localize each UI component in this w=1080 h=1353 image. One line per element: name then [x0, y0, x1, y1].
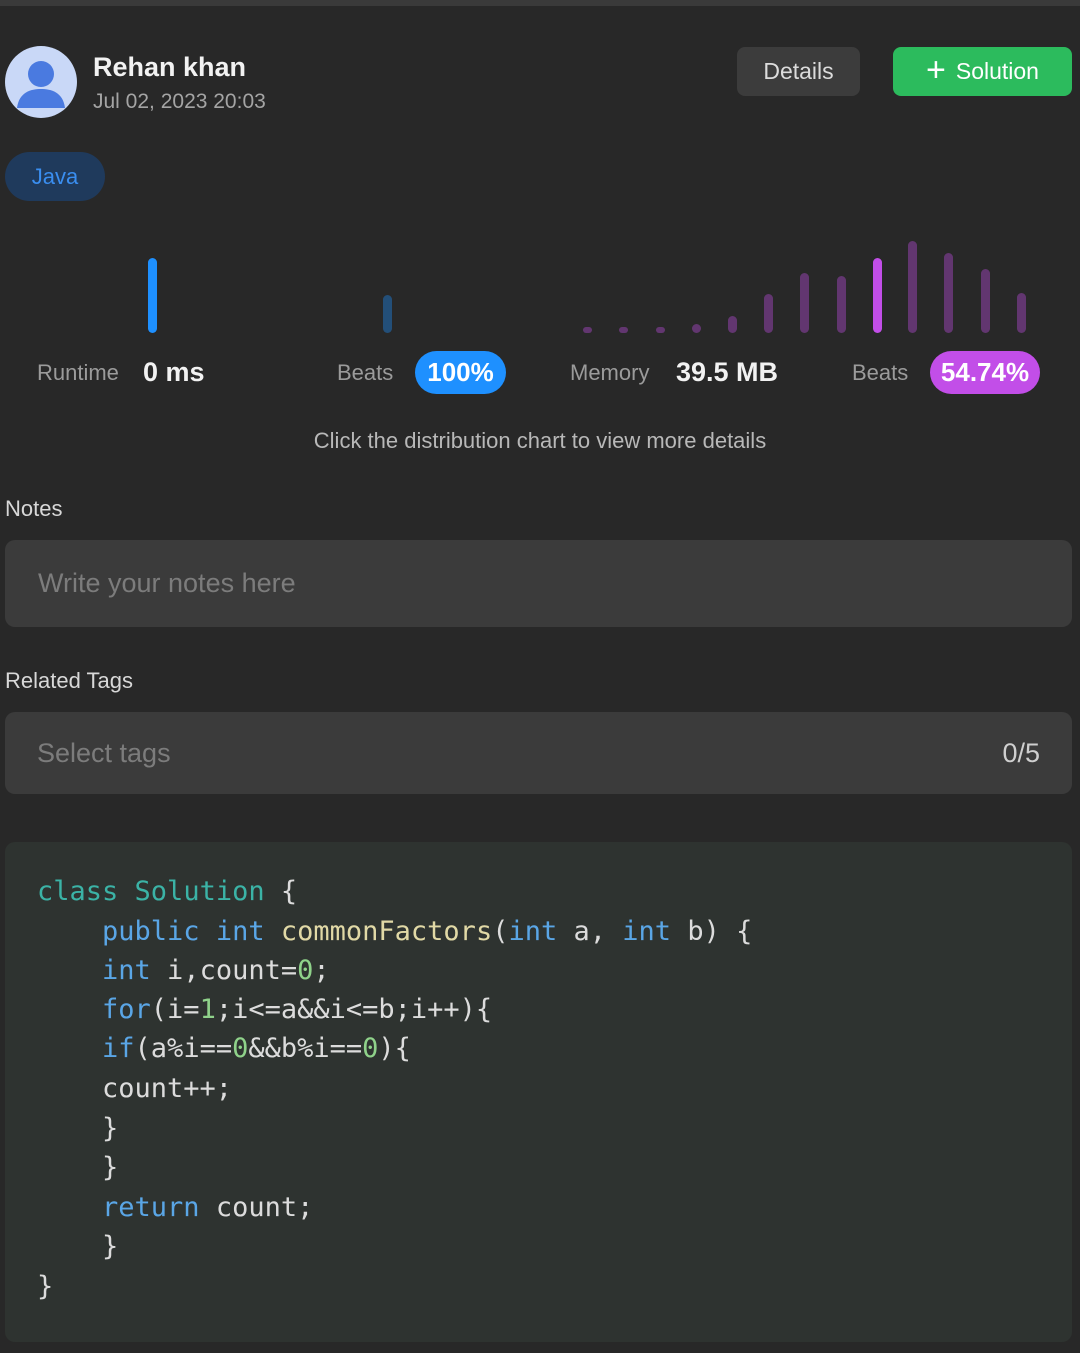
- code-token: if: [37, 1033, 135, 1064]
- code-token: {: [264, 876, 298, 907]
- code-line: count++;: [37, 1073, 232, 1104]
- memory-value: 39.5 MB: [676, 357, 779, 387]
- code-token: }: [37, 1152, 119, 1183]
- avatar[interactable]: [5, 46, 77, 118]
- runtime-bar[interactable]: [383, 295, 392, 333]
- code-token: }: [37, 1231, 119, 1262]
- code-token: &&b%i==: [248, 1033, 363, 1064]
- code-token: int: [215, 916, 265, 947]
- code-token: i,count=: [150, 955, 298, 986]
- code-line: }: [37, 1231, 118, 1262]
- code-line: public int commonFactors(int a, int b) {: [37, 916, 752, 947]
- memory-bar[interactable]: [837, 276, 846, 333]
- details-button-label: Details: [763, 58, 834, 84]
- add-solution-button[interactable]: + Solution: [893, 47, 1072, 96]
- code-token: 0: [232, 1033, 249, 1064]
- code-token: int: [508, 916, 558, 947]
- code-line: int i,count=0;: [37, 955, 330, 986]
- code-token: }: [37, 1271, 54, 1302]
- memory-label: Memory: [570, 360, 650, 385]
- notes-input[interactable]: [5, 540, 1072, 627]
- code-token: count++;: [37, 1073, 233, 1104]
- runtime-beats-badge: 100%: [415, 351, 506, 394]
- code-token: class: [37, 876, 119, 907]
- code-line: for(i=1;i<=a&&i<=b;i++){: [37, 994, 492, 1025]
- memory-bar[interactable]: [728, 316, 737, 333]
- code-line: if(a%i==0&&b%i==0){: [37, 1033, 411, 1064]
- plus-icon: +: [926, 51, 946, 89]
- code-token: 0: [362, 1033, 379, 1064]
- memory-bar[interactable]: [908, 241, 917, 333]
- memory-bar[interactable]: [944, 253, 953, 333]
- code-token: b) {: [671, 916, 753, 947]
- code-line: class Solution {: [37, 876, 297, 907]
- code-token: return: [37, 1192, 200, 1223]
- user-avatar-icon: [17, 61, 65, 108]
- language-chip[interactable]: Java: [5, 152, 105, 201]
- code-token: count;: [199, 1192, 314, 1223]
- chart-hint: Click the distribution chart to view mor…: [313, 428, 767, 453]
- runtime-beats-label: Beats: [337, 360, 394, 385]
- code-token: (: [492, 916, 509, 947]
- code-token: ;i<=a&&i<=b;i++){: [215, 994, 493, 1025]
- tags-count: 0/5: [1002, 738, 1040, 768]
- code-token: 0: [297, 955, 314, 986]
- code-line: return count;: [37, 1192, 313, 1223]
- memory-beats-label: Beats: [852, 360, 909, 385]
- memory-bar[interactable]: [583, 327, 592, 333]
- code-token: ){: [378, 1033, 411, 1064]
- solution-button-label: Solution: [955, 58, 1039, 84]
- code-token: Solution: [134, 876, 265, 907]
- memory-bar[interactable]: [873, 258, 882, 333]
- code-token: a,: [557, 916, 623, 947]
- memory-bar[interactable]: [764, 294, 773, 333]
- tags-placeholder: Select tags: [37, 738, 171, 768]
- notes-label: Notes: [5, 496, 63, 521]
- code-token: int: [37, 955, 151, 986]
- related-tags-label: Related Tags: [5, 668, 134, 693]
- runtime-label: Runtime: [37, 360, 119, 385]
- code-token: public: [37, 916, 200, 947]
- runtime-value: 0 ms: [143, 357, 205, 387]
- code-line: }: [37, 1152, 118, 1183]
- memory-bar[interactable]: [656, 327, 665, 333]
- top-divider: [0, 0, 1080, 6]
- tags-select[interactable]: Select tags 0/5: [5, 712, 1072, 794]
- code-line: }: [37, 1113, 118, 1144]
- details-button[interactable]: Details: [737, 47, 860, 96]
- code-block: class Solution { public int commonFactor…: [5, 842, 1072, 1342]
- code-token: ;: [313, 955, 330, 986]
- memory-bar[interactable]: [800, 273, 809, 333]
- memory-bar[interactable]: [1017, 293, 1026, 333]
- submission-date: Jul 02, 2023 20:03: [93, 90, 266, 113]
- code-token: (a%i==: [134, 1033, 233, 1064]
- memory-bar[interactable]: [619, 327, 628, 333]
- code-line: }: [37, 1271, 53, 1302]
- runtime-bar[interactable]: [148, 258, 157, 333]
- memory-beats-badge: 54.74%: [930, 351, 1040, 394]
- code-token: }: [37, 1113, 119, 1144]
- memory-bar[interactable]: [692, 324, 701, 333]
- code-token: commonFactors: [280, 916, 493, 947]
- code-token: (i=: [150, 994, 200, 1025]
- code-token: int: [622, 916, 672, 947]
- user-name[interactable]: Rehan khan: [93, 52, 246, 83]
- code-token: for: [37, 994, 151, 1025]
- memory-bar[interactable]: [981, 269, 990, 333]
- code-token: 1: [199, 994, 216, 1025]
